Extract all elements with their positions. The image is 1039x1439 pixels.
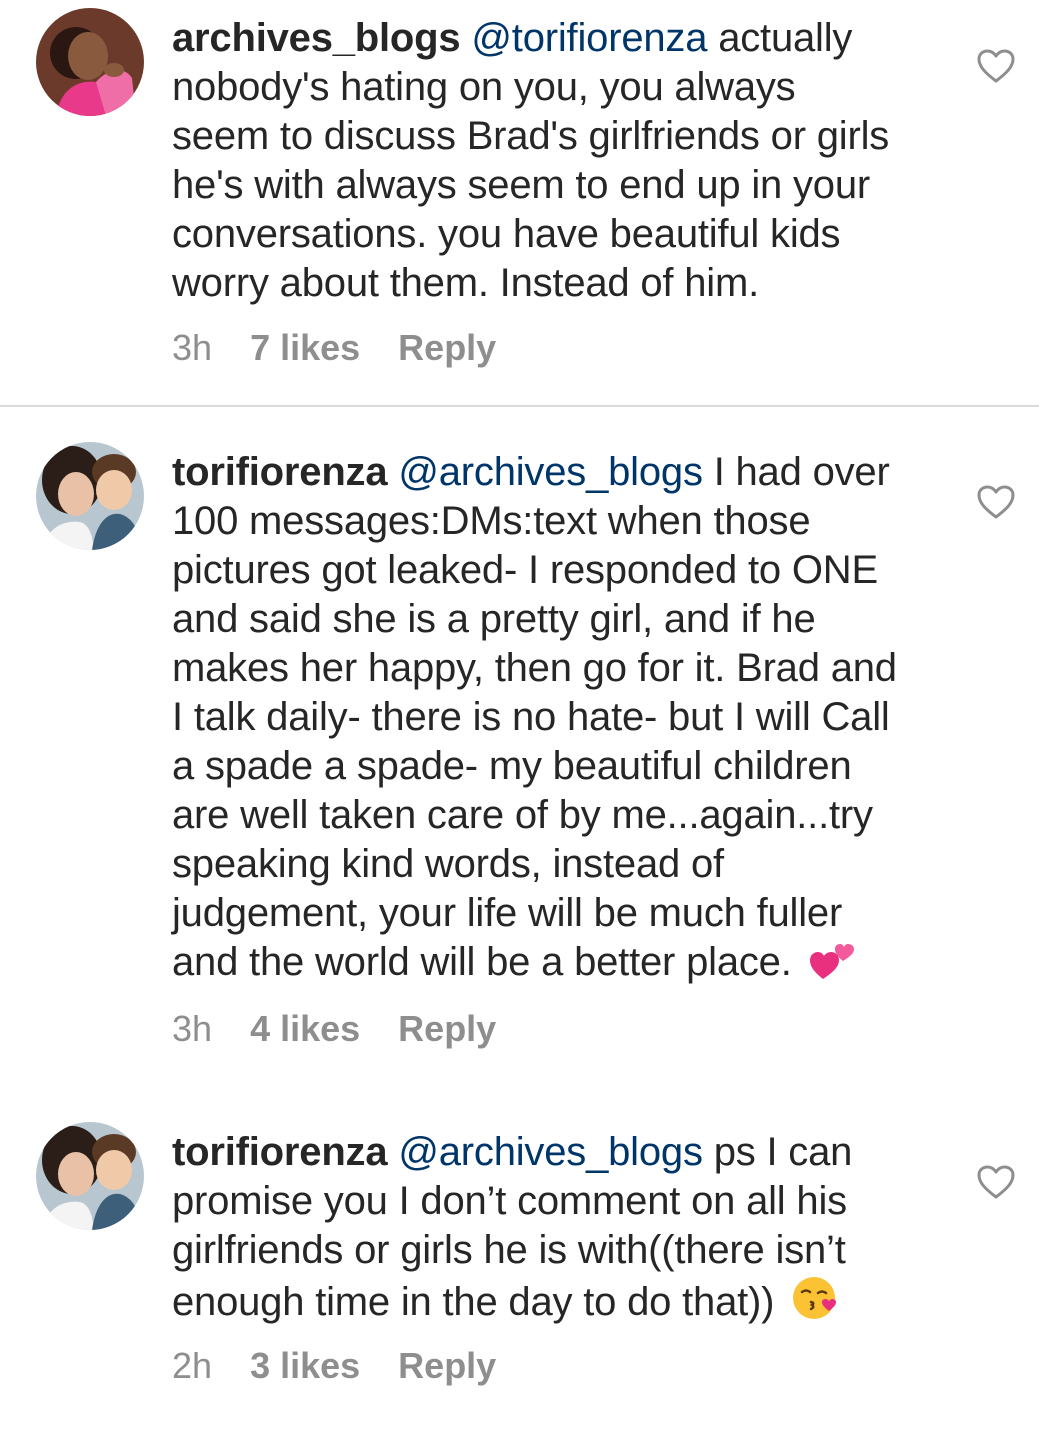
comment-username[interactable]: torifiorenza [172, 450, 388, 494]
comment-text: nobody's hating on you, you always [172, 65, 796, 109]
avatar[interactable] [36, 8, 144, 116]
comment-timestamp: 3h [172, 327, 213, 368]
comment-timestamp: 2h [172, 1345, 213, 1386]
comment-text: conversations. you have beautiful kids [172, 212, 841, 256]
comment-text: actually [718, 16, 853, 60]
like-heart-icon[interactable] [976, 1164, 1016, 1200]
comment-text: makes her happy, then go for it. Brad an… [172, 646, 897, 690]
reply-button[interactable]: Reply [398, 1345, 496, 1386]
comment-meta: 2h 3 likes Reply [172, 1346, 524, 1386]
comment-username[interactable]: archives_blogs [172, 16, 461, 60]
comment-text: I talk daily- there is no hate- but I wi… [172, 695, 890, 739]
comment-meta: 3h 4 likes Reply [172, 1009, 524, 1049]
comment-text: enough time in the day to do that)) [172, 1280, 775, 1324]
comment-text: pictures got leaked- I responded to ONE [172, 548, 878, 592]
comment-mention-link[interactable]: @archives_blogs [398, 450, 703, 494]
comment-text: he's with always seem to end up in your [172, 163, 870, 207]
comment-text: judgement, your life will be much fuller [172, 891, 843, 935]
comment-mention-link[interactable]: @archives_blogs [398, 1130, 703, 1174]
comment-text: and the world will be a better place. [172, 940, 792, 984]
comment-text: 100 messages:DMs:text when those [172, 499, 811, 543]
like-heart-icon[interactable] [976, 484, 1016, 520]
comment-text: seem to discuss Brad's girlfriends or gi… [172, 114, 890, 158]
two-hearts-emoji-icon [809, 941, 855, 993]
avatar-woman-with-child-icon [36, 442, 144, 550]
comment-text: speaking kind words, instead of [172, 842, 724, 886]
comment-username[interactable]: torifiorenza [172, 1130, 388, 1174]
like-heart-icon[interactable] [976, 48, 1016, 84]
comment-text: girlfriends or girls he is with((there i… [172, 1228, 846, 1272]
divider [0, 405, 1039, 407]
avatar-woman-with-child-icon [36, 1122, 144, 1230]
avatar[interactable] [36, 442, 144, 550]
likes-count-link[interactable]: 3 likes [250, 1345, 360, 1386]
reply-button[interactable]: Reply [398, 1008, 496, 1049]
comment-mention-link[interactable]: @torifiorenza [471, 16, 707, 60]
avatar-woman-pink-dress-icon [36, 8, 144, 116]
comment-text: worry about them. Instead of him. [172, 261, 760, 305]
comment-text: ps I can [713, 1130, 853, 1174]
likes-count-link[interactable]: 4 likes [250, 1008, 360, 1049]
comment-text: and said she is a pretty girl, and if he [172, 597, 816, 641]
comment-text: I had over [713, 450, 890, 494]
comment-text: are well taken care of by me...again...t… [172, 793, 873, 837]
reply-button[interactable]: Reply [398, 327, 496, 368]
comment-text: a spade a spade- my beautiful children [172, 744, 852, 788]
comment-timestamp: 3h [172, 1008, 213, 1049]
comment-text: promise you I don’t comment on all his [172, 1179, 847, 1223]
likes-count-link[interactable]: 7 likes [250, 327, 360, 368]
comment-meta: 3h 7 likes Reply [172, 328, 524, 368]
kissing-face-emoji-icon [791, 1275, 837, 1333]
avatar[interactable] [36, 1122, 144, 1230]
